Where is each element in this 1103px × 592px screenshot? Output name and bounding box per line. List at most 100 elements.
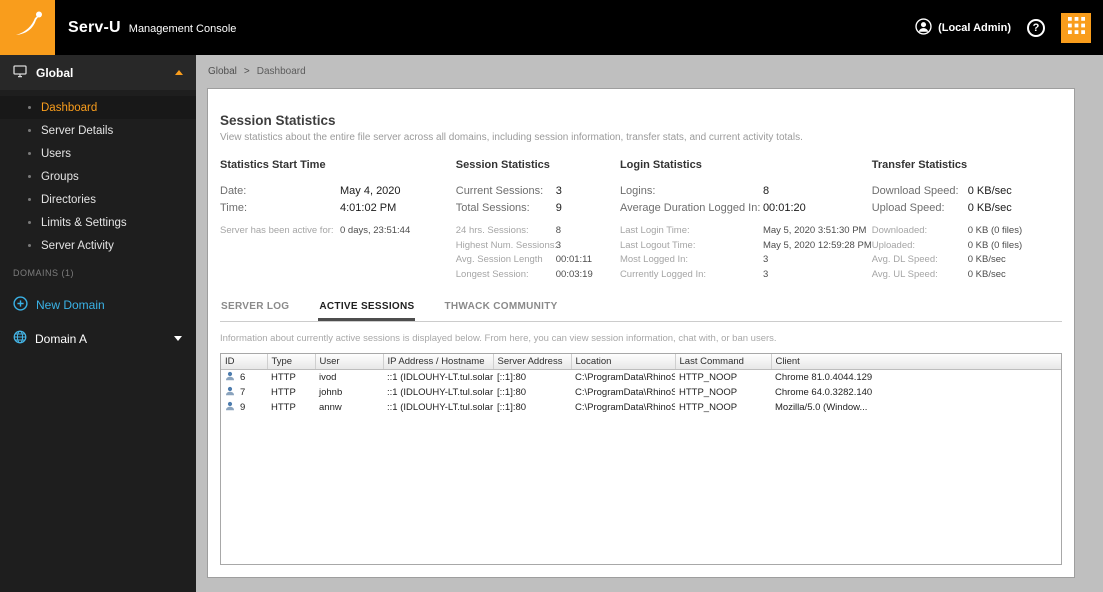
sidebar-item-server-activity[interactable]: Server Activity [0, 234, 196, 257]
stat-label: Upload Speed: [871, 202, 945, 214]
stats-column-transfers: Transfer Statistics Download Speed: 0 KB… [872, 159, 1070, 283]
table-header-row: ID Type User IP Address / Hostname Serve… [221, 354, 1061, 370]
stat-value: 8 [762, 185, 770, 197]
app-switcher-button[interactable] [1061, 12, 1091, 43]
col-header-client[interactable]: Client [771, 354, 1061, 370]
sidebar-item-domain-a[interactable]: Domain A [0, 330, 196, 347]
cell-ip: ::1 (IDLOUHY-LT.tul.solar... [387, 372, 493, 383]
statistics-section: Statistics Start Time Date: May 4, 2020 … [220, 159, 1062, 283]
stats-primary-group: Download Speed: 0 KB/sec Upload Speed: 0… [872, 185, 1070, 214]
stat-value: 0 KB (0 files) [967, 239, 1023, 251]
brand: Serv-U Management Console [68, 19, 236, 37]
col-header-last-command[interactable]: Last Command [675, 354, 772, 370]
cell-id: 6 [240, 372, 246, 383]
stat-row: 24 hrs. Sessions: 8 [456, 225, 620, 236]
stat-row: Avg. DL Speed: 0 KB/sec [872, 254, 1070, 265]
stats-column-logins: Login Statistics Logins: 8 Average Durat… [620, 159, 872, 283]
session-row[interactable]: 6 HTTP ivod ::1 (IDLOUHY-LT.tul.solar...… [221, 370, 1061, 386]
stat-row: Server has been active for: 0 days, 23:5… [220, 225, 456, 236]
stat-label: Total Sessions: [455, 202, 530, 214]
breadcrumb-root[interactable]: Global [208, 66, 237, 77]
sidebar-section-global[interactable]: Global [0, 55, 196, 90]
topbar: Serv-U Management Console (Local Admin) … [0, 0, 1103, 55]
sidebar-item-label: Server Details [41, 124, 114, 137]
sidebar-global-label: Global [36, 65, 74, 80]
sidebar-item-label: Dashboard [41, 101, 98, 114]
user-icon [915, 17, 932, 38]
breadcrumb-separator: > [243, 66, 250, 77]
cell-ip: ::1 (IDLOUHY-LT.tul.solar... [387, 402, 493, 413]
stats-primary-group: Date: May 4, 2020 Time: 4:01:02 PM [220, 185, 456, 214]
cell-user: johnb [319, 387, 343, 398]
cell-id: 9 [240, 402, 246, 413]
chevron-down-icon [174, 336, 182, 341]
sessions-table: ID Type User IP Address / Hostname Serve… [221, 354, 1061, 415]
session-row[interactable]: 7 HTTP johnb ::1 (IDLOUHY-LT.tul.solar..… [221, 385, 1061, 400]
sidebar-item-groups[interactable]: Groups [0, 165, 196, 188]
stat-value: 3 [555, 239, 562, 251]
stat-row: Current Sessions: 3 [456, 185, 620, 197]
stat-label: Highest Num. Sessions: [455, 239, 558, 251]
cell-last-command: HTTP_NOOP [679, 372, 738, 383]
stat-value: 8 [555, 225, 562, 236]
active-sessions-note: Information about currently active sessi… [220, 333, 777, 344]
bullet-icon [28, 221, 31, 224]
bullet-icon [28, 152, 31, 155]
sidebar-item-dashboard[interactable]: Dashboard [0, 96, 196, 119]
current-user-menu[interactable]: (Local Admin) [915, 17, 1011, 38]
user-icon [225, 386, 235, 399]
stat-label: Avg. UL Speed: [871, 268, 938, 280]
stat-row: Avg. UL Speed: 0 KB/sec [872, 269, 1070, 280]
stat-label: Average Duration Logged In: [619, 202, 761, 214]
stat-value: 3 [762, 254, 769, 265]
stat-value: 0 KB/sec [967, 202, 1012, 214]
sidebar-item-server-details[interactable]: Server Details [0, 119, 196, 142]
cell-id: 7 [240, 387, 246, 398]
stat-row: Date: May 4, 2020 [220, 185, 456, 197]
chevron-up-icon [175, 70, 183, 75]
col-header-user[interactable]: User [315, 354, 384, 370]
sidebar-item-directories[interactable]: Directories [0, 188, 196, 211]
brand-subtitle: Management Console [128, 22, 237, 35]
stat-value: 0 KB/sec [967, 185, 1012, 197]
breadcrumb: Global > Dashboard [196, 55, 1103, 88]
col-header-location[interactable]: Location [571, 354, 676, 370]
sidebar-item-users[interactable]: Users [0, 142, 196, 165]
stat-label: Most Logged In: [619, 254, 689, 265]
stat-row: Uploaded: 0 KB (0 files) [872, 240, 1070, 251]
new-domain-button[interactable]: New Domain [0, 296, 196, 314]
session-row[interactable]: 9 HTTP annw ::1 (IDLOUHY-LT.tul.solar...… [221, 400, 1061, 415]
col-header-id[interactable]: ID [221, 354, 268, 370]
brand-name: Serv-U [68, 18, 121, 36]
sidebar-item-limits-settings[interactable]: Limits & Settings [0, 211, 196, 234]
stat-row: Highest Num. Sessions: 3 [456, 240, 620, 251]
page-title: Session Statistics [220, 113, 336, 128]
col-header-server-address[interactable]: Server Address [493, 354, 572, 370]
stat-value: 0 days, 23:51:44 [340, 225, 411, 236]
stat-value: 00:01:11 [555, 254, 593, 265]
col-header-ip[interactable]: IP Address / Hostname [383, 354, 494, 370]
stat-label: Date: [220, 185, 247, 197]
stat-row: Most Logged In: 3 [620, 254, 872, 265]
col-header-type[interactable]: Type [267, 354, 316, 370]
stat-row: Avg. Session Length 00:01:11 [456, 254, 620, 265]
stats-column-sessions: Session Statistics Current Sessions: 3 T… [456, 159, 620, 283]
help-button[interactable]: ? [1027, 18, 1045, 37]
cell-client: Chrome 64.0.3282.140 [775, 387, 873, 398]
tab-server-log[interactable]: SERVER LOG [220, 297, 290, 321]
tab-active-sessions[interactable]: ACTIVE SESSIONS [318, 297, 416, 321]
cell-location: C:\ProgramData\RhinoSo... [575, 372, 675, 383]
stat-label: Time: [220, 202, 248, 214]
stat-value: 4:01:02 PM [340, 202, 397, 214]
stat-value: 00:03:19 [555, 268, 593, 280]
cell-server-address: [::1]:80 [497, 402, 527, 413]
cell-server-address: [::1]:80 [497, 372, 527, 383]
tab-thwack-community[interactable]: THWACK COMMUNITY [443, 297, 558, 321]
stat-row: Time: 4:01:02 PM [220, 202, 456, 214]
stat-label: Downloaded: [871, 225, 928, 236]
cell-last-command: HTTP_NOOP [679, 402, 738, 413]
stat-label: 24 hrs. Sessions: [455, 225, 529, 236]
sidebar-item-label: Groups [41, 170, 79, 183]
stat-label: Last Login Time: [619, 225, 690, 236]
server-icon [13, 64, 27, 81]
